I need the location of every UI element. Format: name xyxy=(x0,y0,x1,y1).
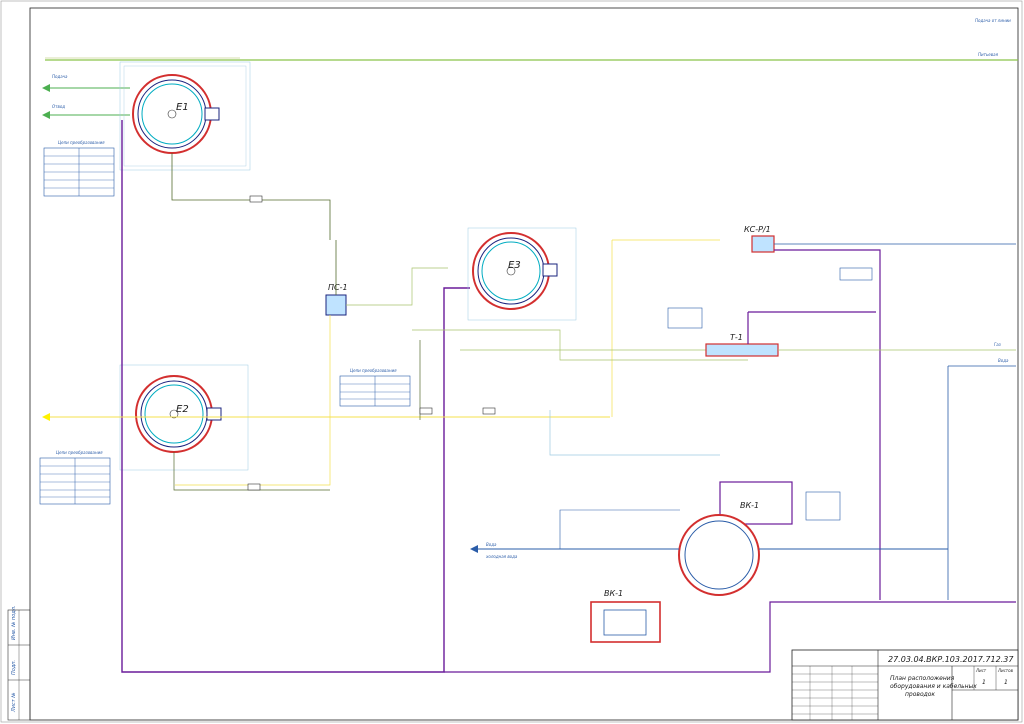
table-center-header: Цепи преобразования xyxy=(350,368,397,373)
bottom-label-water2: холодная вода xyxy=(485,554,518,559)
title-line-3: проводок xyxy=(905,691,935,698)
left-label-l1: Подача xyxy=(52,74,68,79)
equipment-e3: Е3 xyxy=(467,227,577,321)
label-ks: КС-Р/1 xyxy=(744,225,771,234)
table-center: Цепи преобразования xyxy=(339,368,411,407)
equipment-vk1: ВК-1 xyxy=(590,589,661,643)
title-line-2: оборудования и кабельных xyxy=(890,683,977,690)
title-block: 27.03.04.ВКР.103.2017.712.37 План распол… xyxy=(791,649,1019,721)
left-side-stamp: Инв. № подл. Подп. Лист № xyxy=(7,606,31,721)
drawing-sheet: Инв. № подл. Подп. Лист № Питьевая Подач… xyxy=(0,0,1023,723)
label-t1: Т-1 xyxy=(730,333,743,342)
equipment-t1: Т-1 xyxy=(705,333,779,357)
equipment-e2: Е2 xyxy=(119,364,249,471)
sheet-value: 1 xyxy=(982,679,986,686)
left-inputs: Подача Отвод xyxy=(42,74,130,421)
title-code: 27.03.04.ВКР.103.2017.712.37 xyxy=(888,655,1014,664)
sheet-outer-frame xyxy=(0,0,1023,723)
right-label-r2: Питьевая xyxy=(978,52,999,57)
sheets-value: 1 xyxy=(1004,679,1008,686)
label-pc1: ПС-1 xyxy=(328,283,348,292)
table-e1: Цепи преобразования xyxy=(43,140,115,197)
stamp-label-1: Инв. № подл. xyxy=(11,606,17,641)
label-e3: Е3 xyxy=(508,260,521,271)
equipment-pc1: ПС-1 xyxy=(325,283,348,316)
stamp-label-3: Лист № xyxy=(11,693,17,713)
bottom-label-water: Вода xyxy=(486,542,497,547)
sheet-inner-frame xyxy=(29,7,1019,721)
stamp-label-2: Подп. xyxy=(11,660,17,675)
title-line-1: План расположения xyxy=(890,675,955,682)
label-vk1: ВК-1 xyxy=(604,589,623,598)
equipment-e1: Е1 xyxy=(119,61,251,171)
label-bk1: ВК-1 xyxy=(740,501,759,510)
table-e1-header: Цепи преобразования xyxy=(58,140,105,145)
right-label-r3: Газ xyxy=(994,342,1001,347)
sheet-label: Лист xyxy=(975,668,987,673)
label-e1: Е1 xyxy=(176,102,189,113)
table-e2-header: Цепи преобразования xyxy=(56,450,103,455)
purple-bus-left xyxy=(121,120,470,673)
table-e2: Цепи преобразования xyxy=(39,450,111,505)
right-label-r4: Вода xyxy=(998,358,1009,363)
right-label-r1: Подача от линии xyxy=(975,18,1011,23)
equipment-bk1: ВК-1 xyxy=(678,481,841,596)
equipment-ks: КС-Р/1 xyxy=(744,225,775,253)
left-label-l3: Отвод xyxy=(52,104,65,109)
sheets-label: Листов xyxy=(997,668,1014,673)
label-e2: Е2 xyxy=(176,404,189,415)
